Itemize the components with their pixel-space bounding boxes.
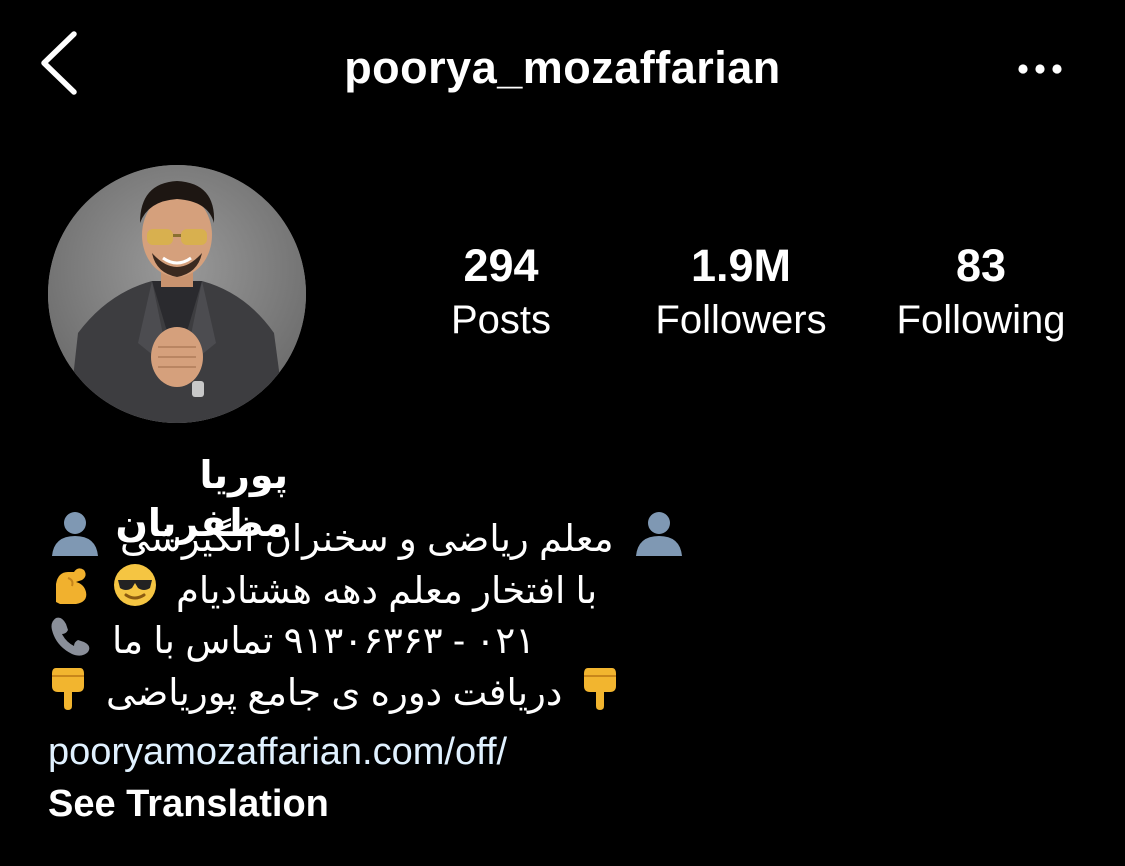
posts-count[interactable]: 294 Posts [391, 240, 611, 348]
back-button[interactable] [30, 28, 90, 98]
pointing-down-icon [580, 664, 620, 723]
telephone-receiver-icon [48, 612, 94, 671]
following-count-value: 83 [955, 240, 1007, 291]
followers-count-value: 1.9M [690, 240, 792, 291]
bio-line: ۰۲۱ - ۹۱۳۰۶۳۶۳ تماس با ما [48, 616, 535, 666]
top-nav-bar: poorya_mozaffarian [0, 0, 1125, 140]
bio-line-text: ۰۲۱ - ۹۱۳۰۶۳۶۳ تماس با ما [112, 620, 536, 661]
bio-line-text: با افتخار معلم دهه هشتادیام [176, 570, 598, 611]
chevron-left-icon [41, 31, 77, 95]
bio-line: با افتخار معلم دهه هشتادیام [48, 563, 598, 616]
person-silhouette-icon [48, 510, 102, 569]
more-horizontal-icon [1018, 64, 1062, 74]
bio-line-text: معلم ریاضی و سخنران انگیزشی [120, 518, 614, 559]
profile-username-title: poorya_mozaffarian [344, 42, 781, 93]
sunglasses-face-icon [112, 562, 158, 621]
following-count[interactable]: 83 Following [871, 240, 1091, 348]
bio-website-link[interactable]: pooryamozaffarian.com/off/ [48, 728, 507, 776]
profile-avatar[interactable] [48, 165, 306, 423]
bio-line-text: دریافت دوره ی جامع پوریاضی [106, 672, 563, 713]
followers-count-label: Followers [655, 298, 827, 342]
posts-count-label: Posts [450, 298, 552, 342]
pointing-down-icon [48, 664, 88, 723]
more-options-button[interactable] [1010, 48, 1070, 88]
bio-line: معلم ریاضی و سخنران انگیزشی [48, 511, 686, 564]
following-count-label: Following [896, 298, 1066, 342]
person-silhouette-icon [632, 510, 686, 569]
profile-photo [48, 165, 306, 423]
see-translation-button[interactable]: See Translation [48, 780, 329, 828]
bio-line: دریافت دوره ی جامع پوریاضی [48, 667, 620, 718]
posts-count-value: 294 [463, 240, 539, 291]
followers-count[interactable]: 1.9M Followers [631, 240, 851, 348]
